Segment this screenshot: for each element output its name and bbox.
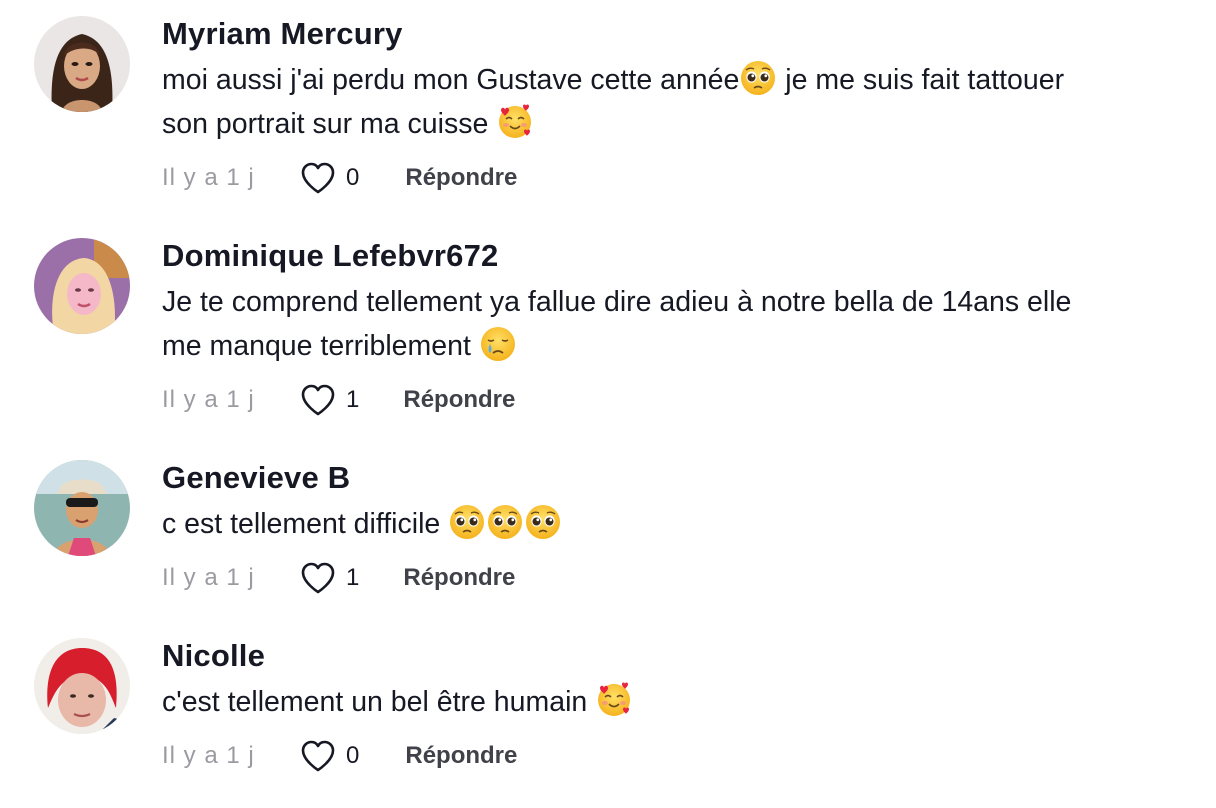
heart-outline-icon[interactable] xyxy=(298,558,338,598)
comment-username[interactable]: Nicolle xyxy=(162,638,1186,674)
comment-text: Je te comprend tellement ya fallue dire … xyxy=(162,280,1186,368)
like-button[interactable]: 1 xyxy=(298,380,359,420)
comment-text: c'est tellement un bel être humain xyxy=(162,680,1186,724)
heart-outline-icon[interactable] xyxy=(298,736,338,776)
avatar[interactable] xyxy=(34,238,130,334)
avatar[interactable] xyxy=(34,16,130,112)
comment-username[interactable]: Dominique Lefebvr672 xyxy=(162,238,1186,274)
comment-text: c est tellement difficile xyxy=(162,502,1186,546)
like-button[interactable]: 0 xyxy=(298,736,359,776)
like-count: 0 xyxy=(346,742,360,769)
comment-timestamp: Il y a 1 j xyxy=(162,742,255,769)
comment-text-part: c est tellement difficile xyxy=(162,508,449,540)
heart-outline-icon[interactable] xyxy=(298,380,338,420)
comment-text-part: moi aussi j'ai perdu mon Gustave cette a… xyxy=(162,64,740,96)
pleading-face-emoji xyxy=(487,504,523,540)
comment-meta: Il y a 1 j 1 Répondre xyxy=(162,558,1186,598)
reply-button[interactable]: Répondre xyxy=(405,164,517,192)
avatar[interactable] xyxy=(34,638,130,734)
reply-button[interactable]: Répondre xyxy=(405,742,517,770)
reply-button[interactable]: Répondre xyxy=(403,386,515,414)
comment-meta: Il y a 1 j 1 Répondre xyxy=(162,380,1186,420)
pleading-face-emoji xyxy=(525,504,561,540)
comment-timestamp: Il y a 1 j xyxy=(162,564,255,591)
comment-username[interactable]: Myriam Mercury xyxy=(162,16,1186,52)
like-button[interactable]: 1 xyxy=(298,558,359,598)
heart-outline-icon[interactable] xyxy=(298,158,338,198)
comment-meta: Il y a 1 j 0 Répondre xyxy=(162,158,1186,198)
comment-body: Nicolle c'est tellement un bel être huma… xyxy=(162,638,1186,776)
smiling-face-with-hearts-emoji xyxy=(497,104,533,140)
comment-text-part: son portrait sur ma cuisse xyxy=(162,108,497,140)
crying-face-emoji xyxy=(480,326,516,362)
like-count: 0 xyxy=(346,164,360,191)
comment-timestamp: Il y a 1 j xyxy=(162,386,255,413)
pleading-face-emoji xyxy=(740,60,776,96)
comment-list: Myriam Mercury moi aussi j'ai perdu mon … xyxy=(0,0,1216,808)
comment-body: Dominique Lefebvr672 Je te comprend tell… xyxy=(162,238,1186,420)
comment-username[interactable]: Genevieve B xyxy=(162,460,1186,496)
comment-meta: Il y a 1 j 0 Répondre xyxy=(162,736,1186,776)
comment-text: moi aussi j'ai perdu mon Gustave cette a… xyxy=(162,58,1186,146)
comment-text-part: Je te comprend tellement ya fallue dire … xyxy=(162,286,1072,318)
reply-button[interactable]: Répondre xyxy=(403,564,515,592)
avatar[interactable] xyxy=(34,460,130,556)
smiling-face-with-hearts-emoji xyxy=(596,682,632,718)
like-button[interactable]: 0 xyxy=(298,158,359,198)
comment-text-part: me manque terriblement xyxy=(162,330,479,362)
comment-timestamp: Il y a 1 j xyxy=(162,164,255,191)
like-count: 1 xyxy=(346,564,360,591)
comment-body: Genevieve B c est tellement difficile Il… xyxy=(162,460,1186,598)
pleading-face-emoji xyxy=(449,504,485,540)
comment-body: Myriam Mercury moi aussi j'ai perdu mon … xyxy=(162,16,1186,198)
comment-text-part: je me suis fait tattouer xyxy=(777,64,1065,96)
like-count: 1 xyxy=(346,386,360,413)
comment-text-part: c'est tellement un bel être humain xyxy=(162,686,596,718)
